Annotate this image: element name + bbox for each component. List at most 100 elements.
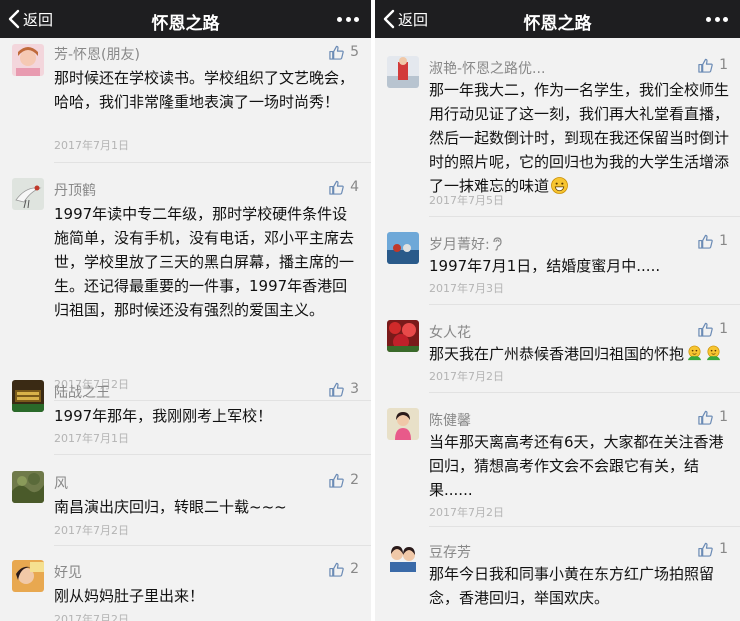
comment-author[interactable]: 淑艳-怀恩之路优...	[429, 58, 545, 78]
comment-text: 那时候还在学校读书。学校组织了文艺晚会，哈哈，我们非常隆重地表演了一场时尚秀！	[54, 69, 355, 111]
comment-text: 刚从妈妈肚子里出来！	[54, 587, 205, 605]
more-dots-icon	[706, 16, 711, 22]
comment-text: 1997年7月1日，结婚度蜜月中.....	[429, 257, 661, 275]
back-button[interactable]: 返回	[8, 8, 53, 30]
comment-date: 2017年7月3日	[429, 282, 504, 295]
divider	[429, 216, 740, 217]
comment-date: 2017年7月2日	[429, 370, 504, 383]
comment-author[interactable]: 丹顶鹤	[54, 180, 96, 200]
nav-bar: 返回 怀恩之路	[375, 0, 740, 38]
comment-date: 2017年7月1日	[54, 139, 129, 152]
back-button[interactable]: 返回	[383, 8, 428, 30]
more-dots-icon	[337, 16, 342, 22]
comment-date: 2017年7月2日	[429, 506, 504, 519]
like-count: 1	[719, 541, 728, 557]
like-button[interactable]: 4	[329, 179, 359, 195]
like-button[interactable]: 1	[698, 57, 728, 73]
avatar[interactable]	[12, 560, 44, 592]
avatar[interactable]	[12, 471, 44, 503]
thumbs-up-icon	[329, 45, 344, 60]
comment-author[interactable]: 芳-怀恩(朋友)	[54, 44, 140, 64]
thumbs-up-icon	[698, 322, 713, 337]
more-dot	[354, 16, 359, 22]
thumbs-up-icon	[329, 473, 344, 488]
grin-emoji-icon	[551, 177, 568, 194]
like-count: 1	[719, 321, 728, 337]
like-count: 1	[719, 409, 728, 425]
chevron-left-icon	[8, 9, 20, 29]
like-count: 5	[350, 44, 359, 60]
more-dot	[714, 16, 720, 22]
avatar[interactable]	[387, 408, 419, 440]
avatar[interactable]	[387, 232, 419, 264]
comment-text: 当年那天离高考还有6天，大家都在关注香港回归，猜想高考作文会不会跟它有关，结果.…	[429, 433, 724, 499]
comment-text: 1997年读中专二年级，那时学校硬件条件设施简单，没有手机，没有电话，邓小平主席…	[54, 205, 355, 319]
right-panel: 返回 怀恩之路 淑艳-怀恩之路优... 1 那一年我大二，作为一名学生，我们全校…	[375, 0, 740, 621]
comment-date: 2017年7月2日	[54, 613, 129, 621]
thumbs-up-icon	[698, 58, 713, 73]
thumbs-up-icon	[698, 542, 713, 557]
more-button[interactable]	[706, 10, 728, 28]
like-button[interactable]: 5	[329, 44, 359, 60]
thumbs-up-icon	[698, 410, 713, 425]
divider	[54, 545, 371, 546]
like-button[interactable]: 3	[329, 381, 359, 397]
like-count: 4	[350, 179, 359, 195]
avatar[interactable]	[12, 178, 44, 210]
avatar[interactable]	[387, 540, 419, 572]
page-title: 怀恩之路	[523, 14, 592, 34]
comment-author[interactable]: 女人花	[429, 322, 471, 342]
more-button[interactable]	[337, 10, 359, 28]
avatar[interactable]	[387, 56, 419, 88]
like-button[interactable]: 2	[329, 472, 359, 488]
like-button[interactable]: 1	[698, 321, 728, 337]
comment-text-body: 那天我在广州恭候香港回归祖国的怀抱	[429, 345, 685, 363]
like-button[interactable]: 1	[698, 233, 728, 249]
comment-text: 那天我在广州恭候香港回归祖国的怀抱	[429, 342, 739, 366]
like-count: 3	[350, 381, 359, 397]
comment-author[interactable]: 陈健馨	[429, 410, 471, 430]
comment-author[interactable]: 豆存芳	[429, 542, 471, 562]
divider	[429, 526, 740, 527]
divider	[429, 304, 740, 305]
divider	[429, 392, 740, 393]
comment-author[interactable]: 岁月菁好:	[429, 234, 502, 254]
like-button[interactable]: 1	[698, 541, 728, 557]
more-dot	[345, 16, 351, 22]
hug-emoji-icon	[687, 345, 702, 361]
comment-list[interactable]: 芳-怀恩(朋友) 5 那时候还在学校读书。学校组织了文艺晚会，哈哈，我们非常隆重…	[0, 38, 371, 621]
more-dot	[723, 16, 728, 22]
page-title: 怀恩之路	[151, 14, 220, 34]
comment-author[interactable]: 风	[54, 473, 68, 493]
comment-list[interactable]: 淑艳-怀恩之路优... 1 那一年我大二，作为一名学生，我们全校师生用行动见证了…	[375, 38, 740, 621]
comment-author[interactable]: 好见	[54, 562, 82, 582]
thumbs-up-icon	[329, 180, 344, 195]
comment-text-body: 那一年我大二，作为一名学生，我们全校师生用行动见证了这一刻，我们再大礼堂看直播，…	[429, 81, 730, 195]
comment-date: 2017年7月2日	[54, 524, 129, 537]
avatar[interactable]	[387, 320, 419, 352]
comment-text: 那一年我大二，作为一名学生，我们全校师生用行动见证了这一刻，我们再大礼堂看直播，…	[429, 78, 731, 198]
ear-glyph-icon	[493, 237, 502, 251]
thumbs-up-icon	[698, 234, 713, 249]
divider	[54, 162, 371, 163]
comment-text: 那年今日我和同事小黄在东方红广场拍照留念，香港回归，举国欢庆。	[429, 565, 715, 607]
hug-emoji-icon	[706, 345, 721, 361]
back-label: 返回	[23, 10, 54, 29]
like-button[interactable]: 1	[698, 409, 728, 425]
comment-date: 2017年7月1日	[54, 432, 129, 445]
comment-text: 南昌演出庆回归，转眼二十载~~~	[54, 498, 287, 516]
thumbs-up-icon	[329, 562, 344, 577]
back-label: 返回	[398, 10, 429, 29]
like-count: 1	[719, 233, 728, 249]
nav-bar: 返回 怀恩之路	[0, 0, 371, 38]
comment-author[interactable]: 陆战之王	[54, 382, 110, 402]
divider	[54, 454, 371, 455]
avatar[interactable]	[12, 380, 44, 412]
like-count: 2	[350, 472, 359, 488]
like-button[interactable]: 2	[329, 561, 359, 577]
avatar[interactable]	[12, 44, 44, 76]
comment-author-text: 岁月菁好:	[429, 237, 490, 253]
comment-date: 2017年7月5日	[429, 194, 504, 207]
comment-text: 1997年那年，我刚刚考上军校！	[54, 407, 273, 425]
like-count: 2	[350, 561, 359, 577]
